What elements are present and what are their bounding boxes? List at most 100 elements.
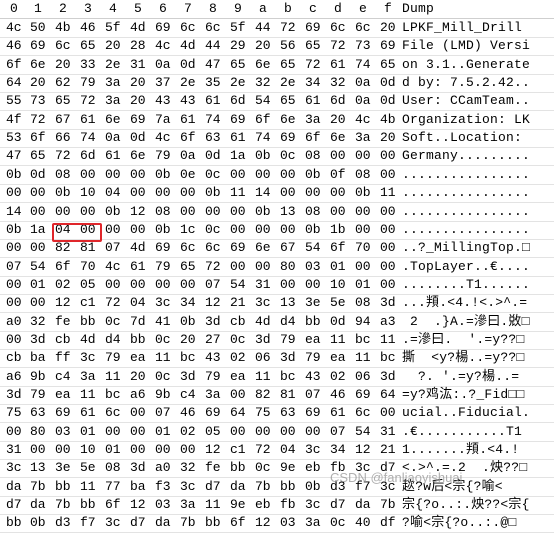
- hex-byte[interactable]: 00: [255, 423, 279, 441]
- hex-byte[interactable]: 69: [305, 404, 329, 422]
- hex-byte[interactable]: 00: [230, 221, 254, 239]
- hex-byte[interactable]: 80: [30, 423, 54, 441]
- hex-byte[interactable]: 4d: [130, 239, 154, 257]
- hex-byte[interactable]: 01: [355, 276, 379, 294]
- hex-byte[interactable]: 11: [255, 368, 279, 386]
- hex-byte[interactable]: 2e: [280, 74, 304, 92]
- hex-byte[interactable]: 20: [130, 92, 154, 110]
- ascii-dump[interactable]: .€...........T1: [402, 423, 554, 441]
- hex-byte[interactable]: 31: [380, 423, 404, 441]
- hex-byte[interactable]: 1a: [30, 221, 54, 239]
- hex-row[interactable]: a0 32 fe bb 0c 7d 41 0b 3d cb 4d d4 bb 0d 94 a3 2 .}A.=…: [0, 313, 554, 332]
- hex-byte[interactable]: 69: [380, 37, 404, 55]
- hex-byte[interactable]: 13: [280, 203, 304, 221]
- hex-byte[interactable]: 00: [330, 147, 354, 165]
- hex-byte[interactable]: 0d: [180, 56, 204, 74]
- hex-byte[interactable]: fe: [205, 459, 229, 477]
- hex-byte[interactable]: 69: [205, 404, 229, 422]
- hex-byte[interactable]: 14: [255, 184, 279, 202]
- hex-byte[interactable]: 00: [330, 184, 354, 202]
- hex-row[interactable]: 55 73 65 72 3a 20 43 43 61 6d 54 65 61 6d 0a 0d User: CC…: [0, 92, 554, 111]
- hex-byte[interactable]: 07: [155, 404, 179, 422]
- hex-byte[interactable]: 11: [380, 331, 404, 349]
- hex-byte[interactable]: 00: [380, 203, 404, 221]
- hex-byte[interactable]: 0b: [6, 166, 30, 184]
- hex-byte[interactable]: 10: [330, 276, 354, 294]
- hex-byte[interactable]: 0b: [155, 166, 179, 184]
- hex-byte[interactable]: 0c: [155, 331, 179, 349]
- hex-byte[interactable]: 31: [130, 56, 154, 74]
- hex-row[interactable]: 75 63 69 61 6c 00 07 46 69 64 75 63 69 61 6c 00 ucial..F…: [0, 404, 554, 423]
- hex-byte[interactable]: 6c: [55, 37, 79, 55]
- hex-byte[interactable]: d4: [280, 313, 304, 331]
- hex-byte[interactable]: 32: [30, 313, 54, 331]
- hex-byte[interactable]: 3a: [355, 129, 379, 147]
- hex-byte[interactable]: 69: [30, 37, 54, 55]
- hex-byte[interactable]: 00: [105, 166, 129, 184]
- hex-byte[interactable]: 73: [355, 37, 379, 55]
- hex-byte[interactable]: 04: [130, 294, 154, 312]
- ascii-dump[interactable]: .=滲曰. '.=y??□: [402, 331, 554, 349]
- hex-byte[interactable]: 00: [6, 184, 30, 202]
- hex-byte[interactable]: 46: [330, 386, 354, 404]
- hex-byte[interactable]: 00: [55, 441, 79, 459]
- hex-byte[interactable]: 6e: [255, 56, 279, 74]
- hex-byte[interactable]: 47: [205, 56, 229, 74]
- hex-byte[interactable]: 00: [155, 184, 179, 202]
- hex-byte[interactable]: d7: [6, 496, 30, 514]
- hex-byte[interactable]: 0c: [205, 221, 229, 239]
- hex-byte[interactable]: 11: [330, 331, 354, 349]
- hex-byte[interactable]: 3d: [30, 331, 54, 349]
- hex-byte[interactable]: 00: [30, 239, 54, 257]
- hex-byte[interactable]: 6d: [80, 147, 104, 165]
- hex-byte[interactable]: 04: [105, 184, 129, 202]
- hex-byte[interactable]: 00: [280, 221, 304, 239]
- hex-byte[interactable]: da: [355, 496, 379, 514]
- hex-byte[interactable]: 4c: [105, 258, 129, 276]
- hex-byte[interactable]: 0c: [155, 368, 179, 386]
- hex-byte[interactable]: c1: [230, 441, 254, 459]
- hex-byte[interactable]: 4d: [255, 313, 279, 331]
- hex-byte[interactable]: 0b: [305, 221, 329, 239]
- hex-byte[interactable]: 31: [255, 276, 279, 294]
- hex-byte[interactable]: 01: [105, 441, 129, 459]
- ascii-dump[interactable]: d by: 7.5.2.42..: [402, 74, 554, 92]
- hex-byte[interactable]: 0c: [330, 514, 354, 532]
- hex-byte[interactable]: 12: [355, 441, 379, 459]
- hex-byte[interactable]: 00: [305, 276, 329, 294]
- hex-byte[interactable]: bc: [380, 349, 404, 367]
- hex-byte[interactable]: 6f: [30, 129, 54, 147]
- hex-byte[interactable]: 74: [205, 111, 229, 129]
- hex-byte[interactable]: 3e: [55, 459, 79, 477]
- hex-byte[interactable]: 0d: [30, 166, 54, 184]
- ascii-dump[interactable]: ...頖.<4.!<.>^.=: [402, 294, 554, 312]
- hex-byte[interactable]: 75: [6, 404, 30, 422]
- hex-byte[interactable]: ea: [330, 349, 354, 367]
- hex-byte[interactable]: 61: [330, 404, 354, 422]
- hex-byte[interactable]: 12: [205, 441, 229, 459]
- hex-byte[interactable]: 21: [380, 441, 404, 459]
- hex-byte[interactable]: 33: [80, 56, 104, 74]
- hex-byte[interactable]: 94: [355, 313, 379, 331]
- hex-byte[interactable]: 6f: [305, 129, 329, 147]
- hex-byte[interactable]: 4c: [155, 37, 179, 55]
- hex-byte[interactable]: 08: [355, 294, 379, 312]
- hex-byte[interactable]: 0b: [30, 514, 54, 532]
- hex-byte[interactable]: 21: [230, 294, 254, 312]
- hex-row[interactable]: 64 20 62 79 3a 20 37 2e 35 2e 32 2e 34 32 0a 0d d by: 7.…: [0, 74, 554, 93]
- hex-row[interactable]: cb ba ff 3c 79 ea 11 bc 43 02 06 3d 79 ea 11 bc 撕 <y?楊..…: [0, 349, 554, 368]
- ascii-dump[interactable]: .TopLayer..€....: [402, 258, 554, 276]
- hex-byte[interactable]: 00: [105, 221, 129, 239]
- hex-byte[interactable]: 3d: [380, 368, 404, 386]
- hex-row[interactable]: 0b 0d 08 00 00 00 0b 0e 0c 00 00 00 0b 0f 08 00........…: [0, 166, 554, 185]
- hex-byte[interactable]: 07: [105, 239, 129, 257]
- hex-byte[interactable]: 6f: [105, 496, 129, 514]
- hex-byte[interactable]: 69: [280, 129, 304, 147]
- hex-byte[interactable]: 00: [30, 294, 54, 312]
- hex-byte[interactable]: 32: [330, 74, 354, 92]
- hex-byte[interactable]: 00: [355, 147, 379, 165]
- hex-byte[interactable]: 3c: [180, 478, 204, 496]
- hex-byte[interactable]: 34: [180, 294, 204, 312]
- hex-byte[interactable]: bb: [55, 478, 79, 496]
- hex-byte[interactable]: 11: [105, 368, 129, 386]
